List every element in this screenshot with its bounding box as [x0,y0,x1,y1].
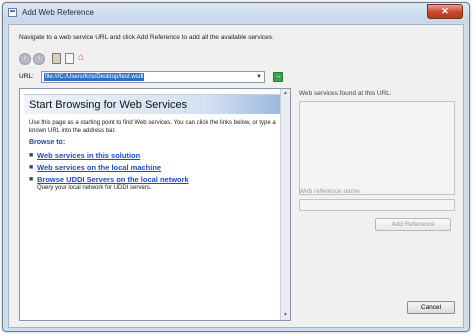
close-icon: ✕ [441,6,449,16]
add-web-reference-dialog: Add Web Reference ✕ Navigate to a web se… [2,2,470,332]
forward-button[interactable]: › [33,53,45,65]
back-button[interactable]: ‹ [19,53,31,65]
dialog-body: Navigate to a web service URL and click … [8,24,464,328]
stop-button[interactable] [52,53,61,64]
uddi-description: Query your local network for UDDI server… [37,185,152,191]
add-reference-button[interactable]: Add Reference [375,218,451,231]
url-input[interactable]: file:///C:/Users/Kris/Desktop/test.wsdl … [41,71,265,83]
title-bar[interactable]: Add Web Reference ✕ [3,3,469,23]
url-value: file:///C:/Users/Kris/Desktop/test.wsdl [44,73,145,81]
refresh-button[interactable] [65,53,74,64]
link-uddi-servers[interactable]: Browse UDDI Servers on the local network [37,175,189,184]
link-solution-services[interactable]: Web services in this solution [37,151,140,160]
scroll-down-icon[interactable]: ▼ [281,311,290,320]
go-button[interactable]: → [273,72,283,82]
browser-intro: Use this page as a starting point to fin… [29,120,276,134]
bullet-icon: ■ [29,164,34,171]
services-found-label: Web services found at this URL: [299,90,392,97]
bullet-icon: ■ [29,152,34,159]
vertical-scrollbar[interactable]: ▲ ▼ [280,89,290,320]
browser-title: Start Browsing for Web Services [29,99,188,111]
home-icon: ⌂ [78,52,85,63]
go-arrow-icon: → [274,73,282,80]
bullet-icon: ■ [29,176,34,183]
forward-icon: › [37,55,41,62]
instruction-text: Navigate to a web service URL and click … [19,34,274,41]
reference-name-input[interactable] [299,199,455,211]
browse-to-heading: Browse to: [29,139,66,146]
browser-banner: Start Browsing for Web Services [24,94,281,114]
services-found-list[interactable] [299,101,455,195]
close-button[interactable]: ✕ [427,4,463,19]
window-title: Add Web Reference [22,8,94,17]
url-label: URL: [19,73,34,80]
chevron-down-icon[interactable]: ▼ [254,72,264,82]
window-icon [8,8,17,17]
back-icon: ‹ [23,55,27,62]
cancel-button[interactable]: Cancel [407,301,455,314]
home-button[interactable]: ⌂ [78,52,90,65]
link-local-machine-services[interactable]: Web services on the local machine [37,163,161,172]
scroll-up-icon[interactable]: ▲ [281,89,290,98]
browser-pane: Start Browsing for Web Services Use this… [19,88,291,321]
reference-name-label: Web reference name: [299,188,362,195]
